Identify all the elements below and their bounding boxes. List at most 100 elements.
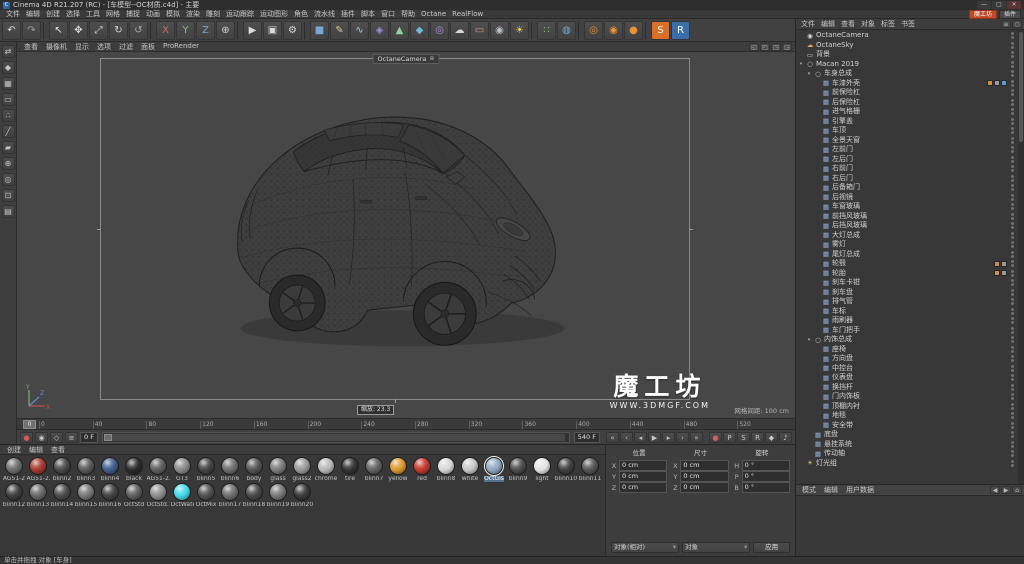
mograph-icon[interactable]: ∷ — [537, 21, 556, 40]
blinn6[interactable]: blinn6 — [218, 457, 242, 482]
tree-row[interactable]: ▾ ○ Macan 2019 — [796, 60, 1024, 70]
visibility-dots[interactable] — [1011, 222, 1014, 229]
blinn18[interactable]: blinn18 — [242, 483, 266, 508]
visibility-dots[interactable] — [1011, 32, 1014, 39]
visibility-dots[interactable] — [1011, 441, 1014, 448]
subdivision-surface-icon[interactable]: ◈ — [370, 21, 389, 40]
menu-item[interactable]: 工具 — [83, 10, 103, 18]
size-input[interactable]: 0 cm — [680, 482, 728, 493]
menu-item[interactable]: 窗口 — [378, 10, 398, 18]
visibility-dots[interactable] — [1011, 127, 1014, 134]
timeline-ruler[interactable]: 0 04080120160200240280320360400440480520 — [17, 418, 795, 429]
light-icon[interactable]: ☀ — [510, 21, 529, 40]
separator[interactable] — [645, 22, 649, 39]
blinn17[interactable]: blinn17 — [218, 483, 242, 508]
tree-row[interactable]: ▦ 车顶 — [796, 126, 1024, 136]
visibility-dots[interactable] — [1011, 260, 1014, 267]
octane-node-icon[interactable]: ◉ — [604, 21, 623, 40]
viewport-canvas[interactable]: OctaneCamera ⊕ — [17, 52, 795, 418]
volume-icon[interactable]: ◆ — [410, 21, 429, 40]
visibility-dots[interactable] — [1011, 203, 1014, 210]
last-tool-icon[interactable]: ↺ — [129, 21, 148, 40]
render-settings-icon[interactable]: ⚙ — [283, 21, 302, 40]
visibility-dots[interactable] — [1011, 431, 1014, 438]
y-axis-lock-icon[interactable]: Y — [176, 21, 195, 40]
rotation-input[interactable]: 0 ° — [742, 460, 790, 471]
menu-item[interactable]: 角色 — [291, 10, 311, 18]
blinn13[interactable]: blinn13 — [26, 483, 50, 508]
tree-row[interactable]: ▦ 中控台 — [796, 364, 1024, 374]
visibility-dots[interactable] — [1011, 51, 1014, 58]
body[interactable]: body — [242, 457, 266, 482]
visibility-dots[interactable] — [1011, 355, 1014, 362]
tree-row[interactable]: ▦ 进气格栅 — [796, 107, 1024, 117]
tree-row[interactable]: ▦ 车标 — [796, 307, 1024, 317]
menu-item[interactable]: 捕捉 — [123, 10, 143, 18]
object-manager-menu-item[interactable]: 编辑 — [818, 19, 838, 29]
minimize-button[interactable]: — — [977, 1, 991, 9]
position-input[interactable]: 0 cm — [619, 471, 667, 482]
tree-row[interactable]: ▦ 安全带 — [796, 421, 1024, 431]
deformer-icon[interactable]: ◎ — [430, 21, 449, 40]
goto-start-button[interactable]: « — [606, 432, 619, 443]
tree-row[interactable]: ▦ 传动轴 — [796, 449, 1024, 459]
blinn4[interactable]: blinn4 — [98, 457, 122, 482]
visibility-dots[interactable] — [1011, 460, 1014, 467]
goto-end-button[interactable]: » — [690, 432, 703, 443]
record-button[interactable]: ● — [709, 432, 722, 443]
visibility-dots[interactable] — [1011, 298, 1014, 305]
tree-row[interactable]: ▦ 左后门 — [796, 155, 1024, 165]
preview-range-slider[interactable] — [102, 432, 570, 443]
start-frame-field[interactable]: 0 F — [80, 432, 98, 443]
move-tool-icon[interactable]: ✥ — [69, 21, 88, 40]
tree-row[interactable]: ▦ 换挡杆 — [796, 383, 1024, 393]
tree-row[interactable]: ▦ 轮毂 — [796, 259, 1024, 269]
tag-chips[interactable] — [987, 80, 1007, 86]
GT3[interactable]: GT3 — [170, 457, 194, 482]
white[interactable]: white — [458, 457, 482, 482]
object-manager-menu-item[interactable]: 文件 — [798, 19, 818, 29]
OctWater[interactable]: OctWater — [170, 483, 194, 508]
pane-right-view-icon[interactable]: ◳ — [771, 43, 781, 51]
keyframe-selection-icon[interactable]: ◇ — [50, 432, 63, 443]
blinn7[interactable]: blinn7 — [362, 457, 386, 482]
tree-row[interactable]: ▦ 右前门 — [796, 164, 1024, 174]
render-view-icon[interactable]: ▶ — [243, 21, 262, 40]
OctStd[interactable]: OctStd — [122, 483, 146, 508]
plugin-s-icon[interactable]: S — [651, 21, 670, 40]
separator[interactable] — [578, 22, 582, 39]
floor-icon[interactable]: ▭ — [470, 21, 489, 40]
next-key-button[interactable]: › — [676, 432, 689, 443]
om-search-icon[interactable]: ○ — [1012, 20, 1022, 28]
next-frame-button[interactable]: ▸ — [662, 432, 675, 443]
mogongfang-button[interactable]: 魔工坊 — [969, 10, 997, 19]
record-scale-icon[interactable]: S — [737, 432, 750, 443]
separator[interactable] — [237, 22, 241, 39]
attr-forward-icon[interactable]: ▶ — [1001, 486, 1011, 494]
plugin-r-icon[interactable]: R — [671, 21, 690, 40]
OctStd.1[interactable]: OctStd.1 — [146, 483, 170, 508]
viewport-solo-icon[interactable]: ◎ — [2, 173, 15, 186]
tree-row[interactable]: ▦ 大灯总成 — [796, 231, 1024, 241]
separator[interactable] — [531, 22, 535, 39]
tag-chips[interactable] — [994, 261, 1007, 267]
record-parameter-icon[interactable]: ◆ — [765, 432, 778, 443]
maximize-button[interactable]: ▢ — [992, 1, 1006, 9]
position-input[interactable]: 0 cm — [619, 460, 667, 471]
visibility-dots[interactable] — [1011, 241, 1014, 248]
texture-mode-icon[interactable]: ▦ — [2, 77, 15, 90]
tree-row[interactable]: ▦ 仪表盘 — [796, 373, 1024, 383]
tree-row[interactable]: ▦ 后备箱门 — [796, 183, 1024, 193]
blinn12[interactable]: blinn12 — [2, 483, 26, 508]
visibility-dots[interactable] — [1011, 118, 1014, 125]
tree-row[interactable]: ▦ 前保险杠 — [796, 88, 1024, 98]
visibility-dots[interactable] — [1011, 374, 1014, 381]
scrollbar-thumb[interactable] — [1019, 32, 1023, 142]
tree-row[interactable]: ▾ ○ 内饰总成 — [796, 335, 1024, 345]
attribute-tab[interactable]: 编辑 — [820, 485, 842, 495]
visibility-dots[interactable] — [1011, 422, 1014, 429]
visibility-dots[interactable] — [1011, 232, 1014, 239]
object-manager-menu-item[interactable]: 对象 — [858, 19, 878, 29]
OctMix[interactable]: OctMix — [194, 483, 218, 508]
size-input[interactable]: 0 cm — [680, 460, 728, 471]
